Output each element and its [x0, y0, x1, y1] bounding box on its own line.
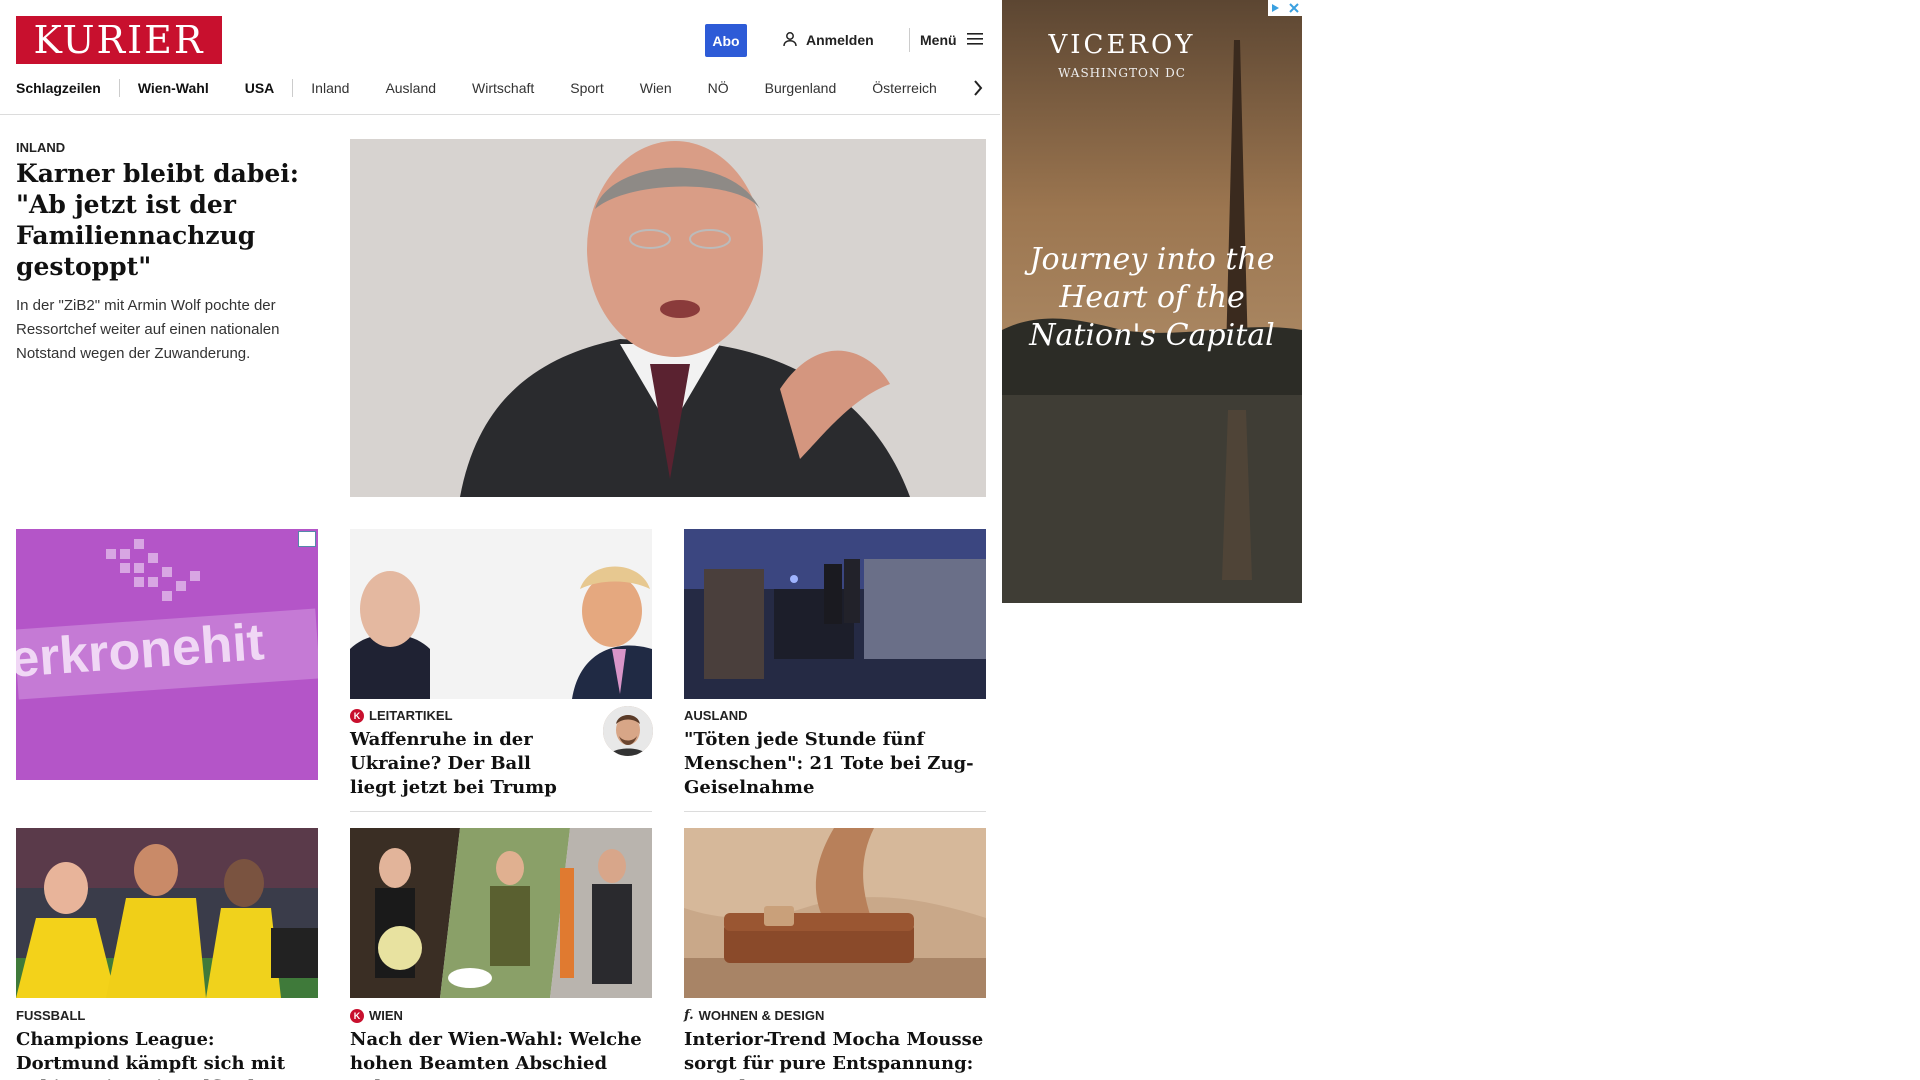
lead-image[interactable] — [350, 139, 986, 497]
kurier-k-badge-icon: K — [350, 708, 364, 723]
lead-category[interactable]: INLAND — [16, 140, 65, 155]
card-headline[interactable]: Interior-Trend Mocha Mousse sorgt für pu… — [684, 1028, 986, 1080]
card-headline[interactable]: Waffenruhe in der Ukraine? Der Ball lieg… — [350, 728, 560, 800]
nav-item-wien[interactable]: Wien — [622, 80, 690, 96]
viceroy-tagline-1: Journey into the — [1029, 242, 1275, 277]
viceroy-tagline-3: Nation's Capital — [1029, 318, 1275, 353]
user-icon — [782, 31, 798, 50]
login-label: Anmelden — [806, 32, 874, 48]
card-divider — [684, 811, 986, 812]
card-image-interior[interactable] — [684, 828, 986, 998]
card-category[interactable]: AUSLAND — [684, 708, 748, 723]
nav-item-oesterreich[interactable]: Österreich — [854, 80, 955, 96]
category-nav: Schlagzeilen Wien-Wahl USA Inland Auslan… — [16, 76, 955, 100]
card-category[interactable]: K LEITARTIKEL — [350, 708, 453, 723]
login-button[interactable]: Anmelden — [782, 30, 874, 50]
nav-item-schlagzeilen[interactable]: Schlagzeilen — [16, 80, 119, 96]
viceroy-location: WASHINGTON DC — [1058, 66, 1186, 80]
viceroy-brand: VICEROY — [1048, 30, 1196, 60]
ad-choices-icon[interactable] — [1268, 0, 1302, 16]
ad-choices-icon[interactable] — [298, 531, 316, 547]
card-category-label: FUSSBALL — [16, 1008, 86, 1023]
card-category-label: LEITARTIKEL — [369, 708, 453, 723]
lead-headline[interactable]: Karner bleibt dabei: "Ab jetzt ist der F… — [16, 158, 316, 282]
card-headline[interactable]: "Töten jede Stunde fünf Menschen": 21 To… — [684, 728, 986, 800]
header-divider — [909, 28, 910, 52]
card-category[interactable]: FUSSBALL — [16, 1008, 85, 1023]
lead-teaser[interactable]: In der "ZiB2" mit Armin Wolf pochte der … — [16, 294, 316, 366]
nav-item-burgenland[interactable]: Burgenland — [747, 80, 855, 96]
card-image-ukraine[interactable] — [350, 529, 652, 699]
nav-item-ausland[interactable]: Ausland — [367, 80, 454, 96]
menu-label: Menü — [920, 32, 957, 48]
kronehit-ad[interactable]: erkronehit — [16, 529, 318, 780]
site-header: KURIER Abo Anmelden Menü Schlagzeilen Wi… — [0, 0, 1000, 115]
nav-item-wien-wahl[interactable]: Wien-Wahl — [120, 80, 227, 96]
hamburger-icon — [966, 32, 983, 49]
card-headline[interactable]: Nach der Wien-Wahl: Welche hohen Beamten… — [350, 1028, 652, 1080]
nav-item-sport[interactable]: Sport — [552, 80, 621, 96]
nav-item-usa[interactable]: USA — [227, 80, 293, 96]
card-category-label: AUSLAND — [684, 708, 748, 723]
nav-item-wirtschaft[interactable]: Wirtschaft — [454, 80, 552, 96]
author-avatar[interactable] — [603, 706, 653, 756]
card-category-label: WIEN — [369, 1008, 403, 1023]
nav-item-inland[interactable]: Inland — [293, 80, 367, 96]
design-brand-icon: f. — [684, 1008, 694, 1023]
card-category[interactable]: K WIEN — [350, 1008, 403, 1023]
viceroy-ad[interactable]: VICEROY WASHINGTON DC Journey into the H… — [1002, 0, 1302, 603]
card-category-label: WOHNEN & DESIGN — [698, 1008, 825, 1023]
chevron-right-icon[interactable] — [968, 78, 988, 98]
abo-button[interactable]: Abo — [705, 24, 747, 57]
nav-item-noe[interactable]: NÖ — [690, 80, 747, 96]
card-divider — [350, 811, 652, 812]
card-headline[interactable]: Champions League: Dortmund kämpft sich m… — [16, 1028, 318, 1080]
card-image-wien[interactable] — [350, 828, 652, 998]
card-image-football[interactable] — [16, 828, 318, 998]
card-category[interactable]: f. WOHNEN & DESIGN — [684, 1008, 824, 1023]
card-image-train[interactable] — [684, 529, 986, 699]
kurier-k-badge-icon: K — [350, 1008, 364, 1023]
viceroy-tagline-2: Heart of the — [1059, 280, 1245, 315]
kurier-logo[interactable]: KURIER — [16, 16, 222, 64]
menu-button[interactable]: Menü — [920, 30, 983, 50]
